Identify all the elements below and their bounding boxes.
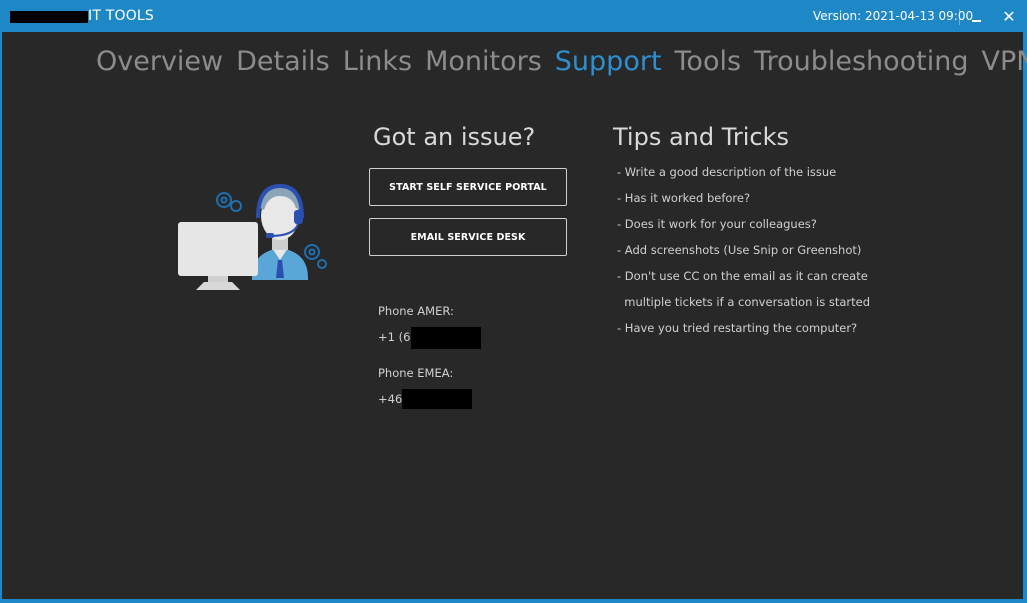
- email-service-desk-button[interactable]: EMAIL SERVICE DESK: [369, 218, 567, 256]
- tab-vpn[interactable]: VPN: [982, 46, 1027, 77]
- issue-heading: Got an issue?: [373, 123, 536, 151]
- redacted-phone-amer: [411, 327, 481, 349]
- tip-item: multiple tickets if a conversation is st…: [617, 295, 871, 309]
- tip-item: - Has it worked before?: [617, 191, 751, 205]
- tip-item: - Write a good description of the issue: [617, 165, 837, 179]
- tab-overview[interactable]: Overview: [96, 46, 223, 77]
- minimize-icon: [971, 20, 981, 22]
- tips-heading: Tips and Tricks: [613, 123, 790, 151]
- tab-tools[interactable]: Tools: [675, 46, 742, 77]
- phone-amer-label: Phone AMER:: [378, 304, 454, 318]
- version-label: Version: 2021-04-13 09:00: [813, 9, 974, 23]
- tab-monitors[interactable]: Monitors: [425, 46, 542, 77]
- tab-details[interactable]: Details: [236, 46, 330, 77]
- close-button[interactable]: ✕: [998, 6, 1020, 28]
- tab-links[interactable]: Links: [343, 46, 412, 77]
- phone-emea-label: Phone EMEA:: [378, 366, 454, 380]
- main-nav: Overview Details Links Monitors Support …: [96, 46, 1027, 77]
- redacted-phone-emea: [402, 389, 472, 409]
- tip-item: - Have you tried restarting the computer…: [617, 321, 858, 335]
- start-self-service-portal-button[interactable]: START SELF SERVICE PORTAL: [369, 168, 567, 206]
- tip-item: - Add screenshots (Use Snip or Greenshot…: [617, 243, 862, 257]
- close-icon: ✕: [1002, 7, 1016, 26]
- tab-support[interactable]: Support: [555, 46, 662, 77]
- app-window: IT TOOLS Version: 2021-04-13 09:00 ✕ Ove…: [1, 1, 1027, 600]
- window-title: IT TOOLS: [88, 8, 155, 24]
- tip-item: - Does it work for your colleagues?: [617, 217, 817, 231]
- tip-item: - Don't use CC on the email as it can cr…: [617, 269, 868, 283]
- tab-troubleshooting[interactable]: Troubleshooting: [754, 46, 968, 77]
- title-bar[interactable]: IT TOOLS Version: 2021-04-13 09:00 ✕: [2, 2, 1025, 32]
- support-agent-illustration: [178, 183, 327, 290]
- minimize-button[interactable]: [965, 6, 987, 28]
- tips-list: - Write a good description of the issue …: [617, 164, 870, 346]
- titlebar-separator: [959, 9, 960, 25]
- redacted-company-name: [10, 11, 88, 23]
